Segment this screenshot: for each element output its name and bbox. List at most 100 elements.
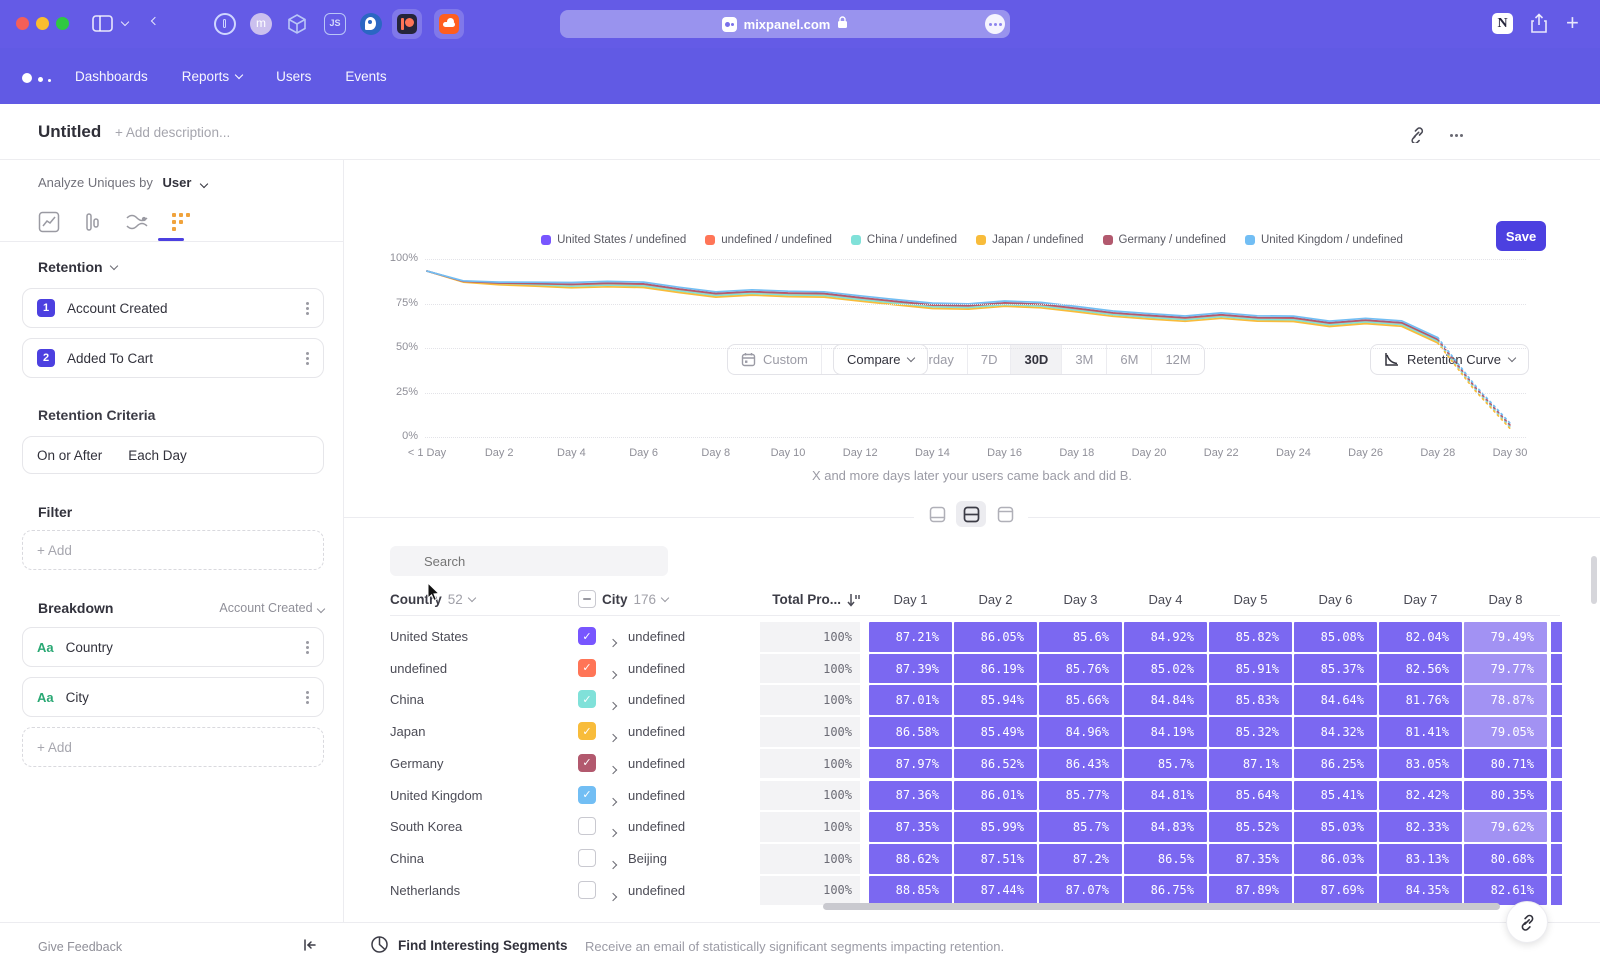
retention-cell[interactable]: 87.89% [1209, 876, 1292, 906]
retention-cell[interactable]: 83.05% [1379, 749, 1462, 779]
retention-cell[interactable]: 78.87% [1464, 685, 1547, 715]
share-report-fab[interactable] [1506, 901, 1548, 943]
retention-cell[interactable]: 82.56% [1379, 654, 1462, 684]
retention-cell[interactable]: 80.35% [1464, 781, 1547, 811]
close-window-button[interactable] [16, 17, 29, 30]
legend-item[interactable]: United Kingdom / undefined [1245, 234, 1403, 246]
retention-cell[interactable]: 84.96% [1039, 717, 1122, 747]
nav-item-users[interactable]: Users [276, 69, 311, 84]
retention-cell[interactable]: 82.33% [1379, 812, 1462, 842]
retention-cell[interactable]: 85.82% [1209, 622, 1292, 652]
retention-line-chart[interactable] [425, 252, 1530, 452]
mixpanel-logo[interactable] [22, 70, 51, 88]
browser-sidebar-icon[interactable] [92, 15, 113, 37]
expand-row-chevron-icon[interactable] [610, 728, 616, 746]
legend-item[interactable]: China / undefined [851, 234, 957, 246]
retention-cell[interactable]: 82.04% [1379, 622, 1462, 652]
retention-cell[interactable]: 85.32% [1209, 717, 1292, 747]
column-header-day-2[interactable]: Day 2 [954, 592, 1037, 607]
retention-cell[interactable]: 85.83% [1209, 685, 1292, 715]
step-options-kebab-icon[interactable] [306, 307, 309, 310]
more-options-icon[interactable] [1455, 134, 1458, 137]
step-options-kebab-icon[interactable] [306, 357, 309, 360]
retention-cell[interactable]: 87.39% [869, 654, 952, 684]
retention-cell[interactable]: 84.92% [1124, 622, 1207, 652]
retention-cell[interactable]: 87.1% [1209, 749, 1292, 779]
retention-cell[interactable]: 84.83% [1124, 812, 1207, 842]
vertical-scrollbar[interactable] [1591, 556, 1597, 604]
breakdown-options-kebab-icon[interactable] [306, 646, 309, 649]
breakdown-event-selector[interactable]: Account Created [170, 601, 324, 615]
row-checkbox[interactable]: ✓ [578, 690, 596, 708]
new-tab-icon[interactable]: + [1566, 10, 1579, 36]
retention-cell[interactable]: 86.43% [1039, 749, 1122, 779]
javascript-extension-icon[interactable]: JS [324, 13, 346, 35]
tab-flows-icon[interactable] [116, 205, 158, 239]
page-settings-ellipsis-icon[interactable] [985, 14, 1005, 34]
patreon-extension-icon[interactable] [392, 9, 422, 39]
share-icon[interactable] [1530, 13, 1548, 39]
expand-row-chevron-icon[interactable] [610, 760, 616, 778]
retention-cell[interactable]: 86.01% [954, 781, 1037, 811]
retention-cell[interactable]: 85.03% [1294, 812, 1377, 842]
table-search-input[interactable] [390, 546, 668, 576]
retention-cell[interactable]: 85.64% [1209, 781, 1292, 811]
retention-cell[interactable]: 88.85% [869, 876, 952, 906]
m-avatar-extension-icon[interactable]: m [250, 13, 272, 35]
retention-cell[interactable]: 84.81% [1124, 781, 1207, 811]
retention-cell[interactable]: 85.41% [1294, 781, 1377, 811]
retention-cell[interactable]: 86.58% [869, 717, 952, 747]
collapse-sidebar-icon[interactable] [302, 937, 318, 958]
retention-cell[interactable]: 85.7% [1039, 812, 1122, 842]
retention-cell[interactable]: 85.76% [1039, 654, 1122, 684]
breakdown-card-country[interactable]: Aa Country [22, 627, 324, 667]
zoom-window-button[interactable] [56, 17, 69, 30]
retention-cell[interactable]: 87.35% [1209, 844, 1292, 874]
step-card-added-to-cart[interactable]: 2 Added To Cart [22, 338, 324, 378]
retention-cell[interactable]: 87.97% [869, 749, 952, 779]
expand-row-chevron-icon[interactable] [610, 665, 616, 683]
column-header-day-1[interactable]: Day 1 [869, 592, 952, 607]
retention-cell[interactable]: 85.99% [954, 812, 1037, 842]
onepassword-extension-icon[interactable] [214, 13, 236, 35]
expand-row-chevron-icon[interactable] [610, 696, 616, 714]
tab-retention-icon[interactable] [160, 205, 202, 239]
retention-cell[interactable]: 81.76% [1379, 685, 1462, 715]
row-checkbox[interactable]: ✓ [578, 659, 596, 677]
retention-cell[interactable]: 85.94% [954, 685, 1037, 715]
back-icon[interactable] [151, 17, 159, 25]
soundcloud-extension-icon[interactable] [434, 9, 464, 39]
minimize-window-button[interactable] [36, 17, 49, 30]
step-card-account-created[interactable]: 1 Account Created [22, 288, 324, 328]
column-header-day-4[interactable]: Day 4 [1124, 592, 1207, 607]
retention-criteria-card[interactable]: On or After Each Day [22, 436, 324, 474]
column-header-total[interactable]: Total Pro... [750, 592, 860, 607]
retention-cell[interactable]: 79.77% [1464, 654, 1547, 684]
retention-cell[interactable]: 84.84% [1124, 685, 1207, 715]
retention-cell[interactable]: 86.03% [1294, 844, 1377, 874]
row-checkbox[interactable] [578, 817, 596, 835]
row-checkbox[interactable]: ✓ [578, 754, 596, 772]
cube-extension-icon[interactable] [286, 13, 308, 40]
retention-cell[interactable]: 87.2% [1039, 844, 1122, 874]
nav-item-dashboards[interactable]: Dashboards [75, 69, 148, 84]
retention-cell[interactable]: 84.35% [1379, 876, 1462, 906]
criteria-interval-selector[interactable]: Each Day [128, 448, 187, 463]
column-header-city[interactable]: City176 [578, 590, 668, 608]
nav-item-reports[interactable]: Reports [182, 69, 242, 84]
copy-link-icon[interactable] [1408, 126, 1425, 148]
legend-item[interactable]: undefined / undefined [705, 234, 832, 246]
expand-row-chevron-icon[interactable] [610, 887, 616, 905]
retention-cell[interactable]: 80.71% [1464, 749, 1547, 779]
retention-cell[interactable]: 79.62% [1464, 812, 1547, 842]
retention-cell[interactable]: 83.13% [1379, 844, 1462, 874]
retention-cell[interactable]: 86.5% [1124, 844, 1207, 874]
add-description-field[interactable]: + Add description... [115, 125, 230, 140]
retention-cell[interactable]: 85.52% [1209, 812, 1292, 842]
retention-cell[interactable]: 87.01% [869, 685, 952, 715]
retention-cell[interactable]: 86.05% [954, 622, 1037, 652]
retention-cell[interactable]: 82.61% [1464, 876, 1547, 906]
find-segments-link[interactable]: Find Interesting Segments [398, 938, 568, 953]
analyze-by-selector[interactable]: User [163, 175, 192, 190]
expand-row-chevron-icon[interactable] [610, 855, 616, 873]
